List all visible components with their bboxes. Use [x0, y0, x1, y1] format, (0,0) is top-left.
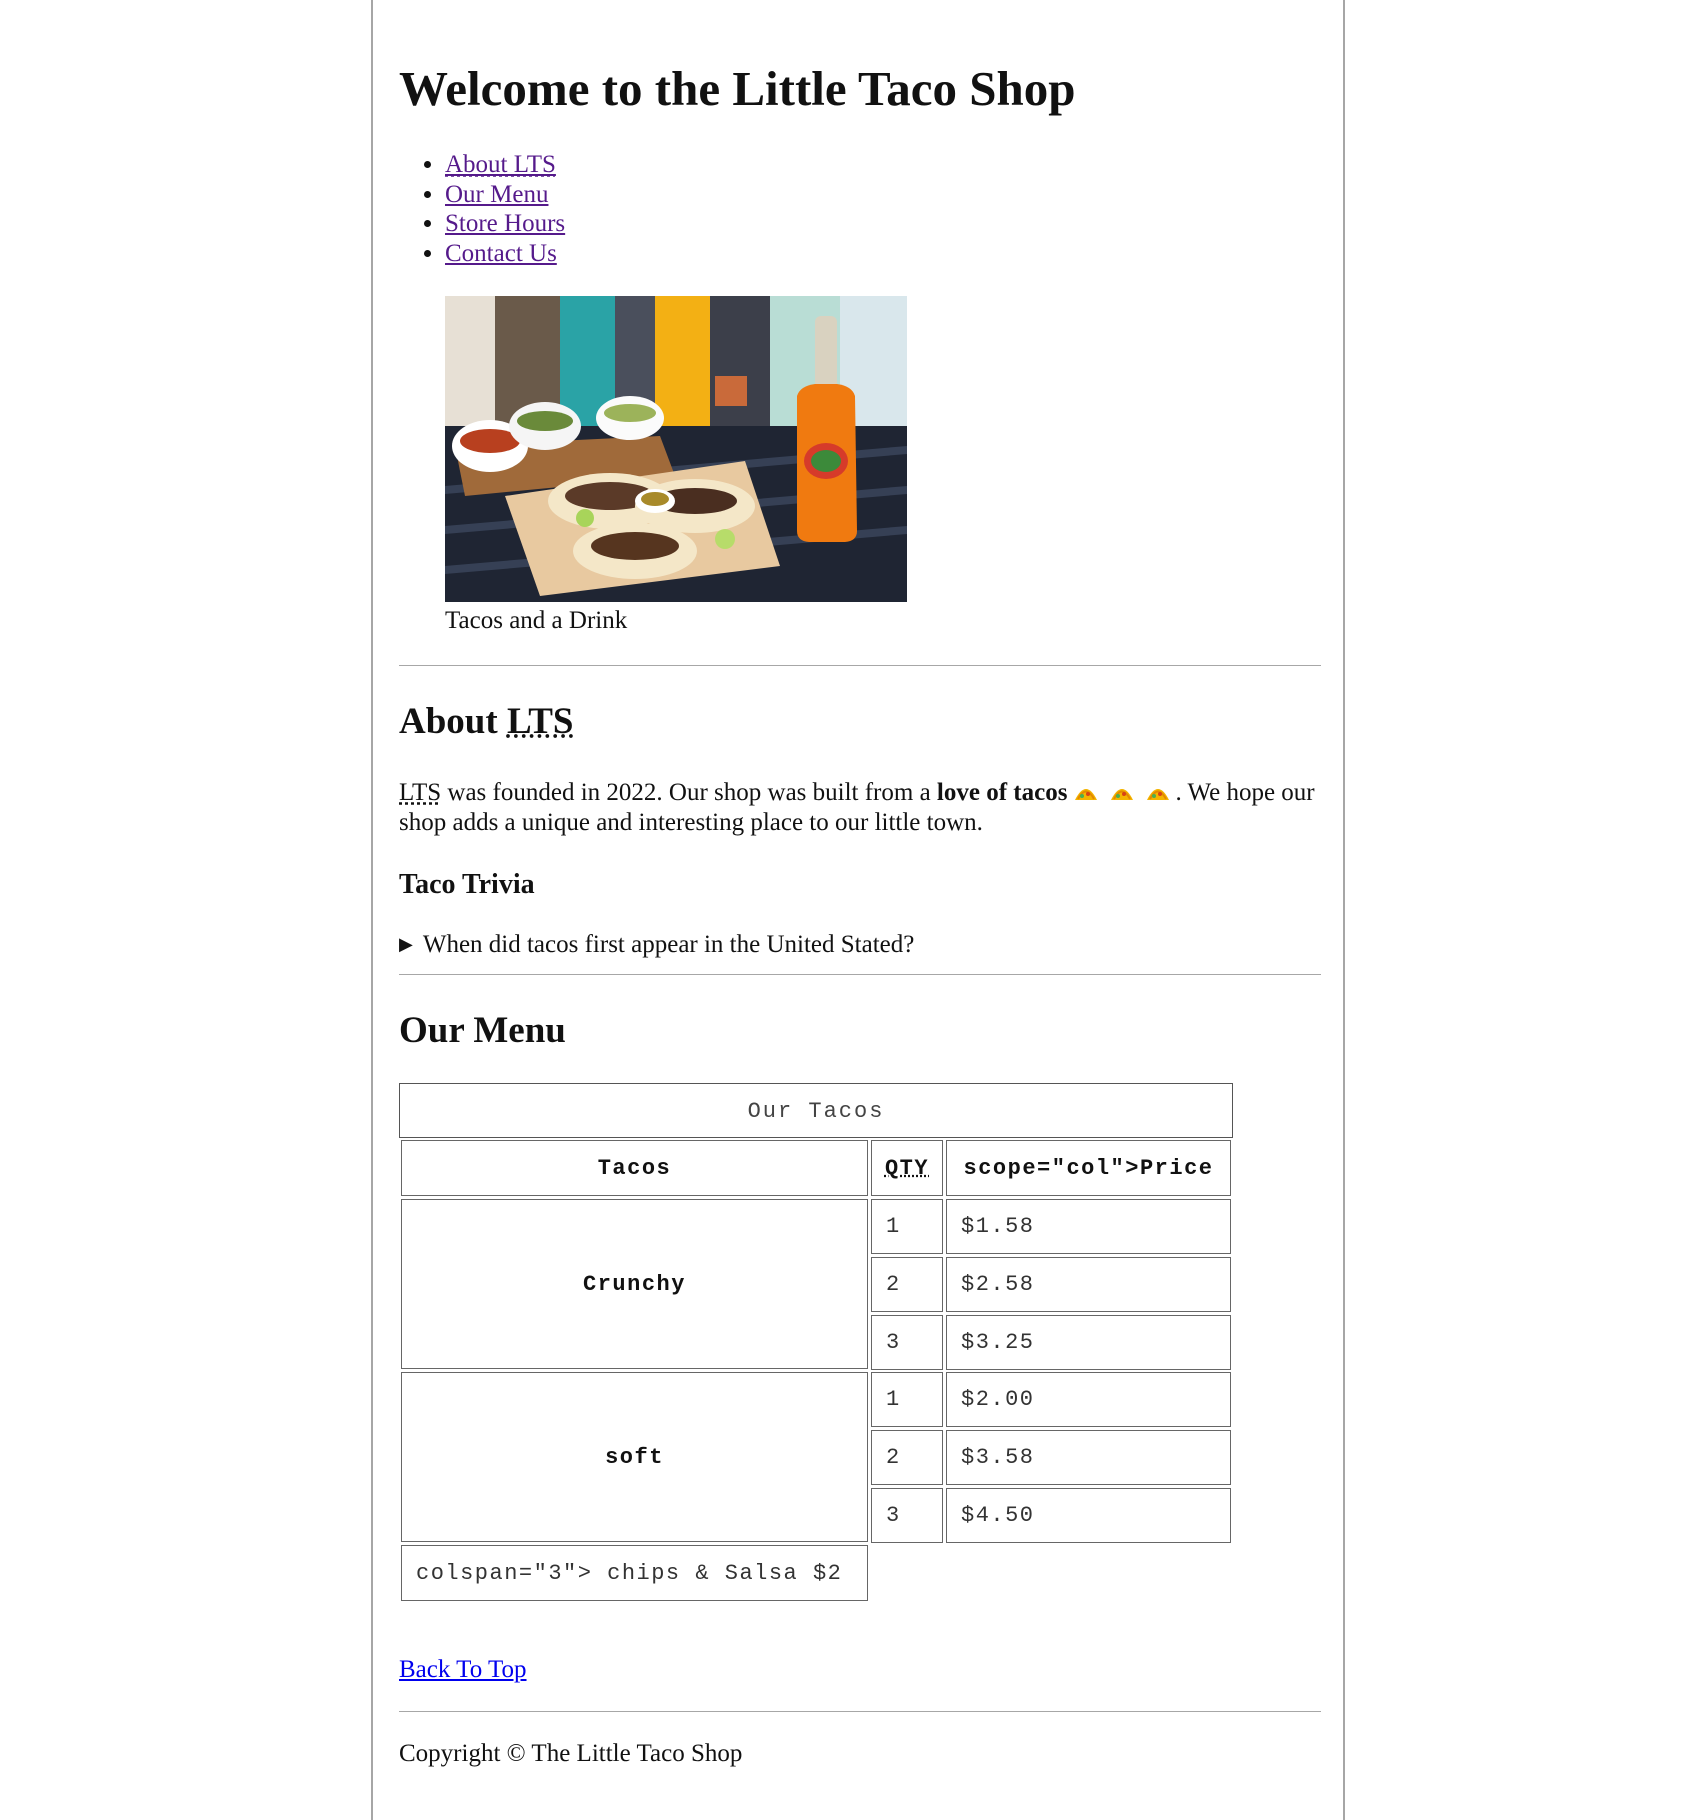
- page-container: Welcome to the Little Taco Shop About LT…: [371, 0, 1345, 1820]
- col-header-price: scope="col">Price: [946, 1140, 1231, 1196]
- nav-link-about-label: About LTS: [445, 151, 556, 178]
- about-paragraph: LTS was founded in 2022. Our shop was bu…: [399, 778, 1321, 837]
- row-header-crunchy: Crunchy: [401, 1199, 868, 1369]
- row-header-soft: soft: [401, 1372, 868, 1542]
- qty-cell: 2: [871, 1430, 943, 1485]
- about-text-1: was founded in 2022. Our shop was built …: [441, 779, 937, 806]
- nav-link-menu[interactable]: Our Menu: [445, 181, 548, 208]
- taco-icon: [1147, 789, 1170, 800]
- qty-cell: 3: [871, 1315, 943, 1370]
- about-abbr: LTS: [399, 779, 442, 806]
- table-footer-cell: colspan="3"> chips & Salsa $2: [401, 1545, 868, 1601]
- trivia-question: When did tacos first appear in the Unite…: [422, 931, 915, 958]
- qty-cell: 3: [871, 1488, 943, 1543]
- copyright-text: Copyright © The Little Taco Shop: [399, 1740, 743, 1767]
- about-bold: love of tacos: [936, 779, 1068, 806]
- price-cell: $3.25: [946, 1315, 1231, 1370]
- about-heading-abbr: LTS: [506, 701, 574, 742]
- trivia-heading: Taco Trivia: [399, 869, 535, 900]
- nav-link-hours[interactable]: Store Hours: [445, 210, 565, 237]
- disclosure-triangle-icon: ▶: [399, 934, 413, 954]
- qty-cell: 1: [871, 1199, 943, 1254]
- page-title: Welcome to the Little Taco Shop: [399, 61, 1076, 116]
- taco-icon: [1075, 789, 1098, 800]
- divider: [399, 665, 1321, 666]
- taco-icon: [1111, 789, 1134, 800]
- table-caption: Our Tacos: [399, 1083, 1233, 1138]
- price-cell: $1.58: [946, 1199, 1231, 1254]
- section-heading-about: About LTS: [399, 700, 574, 743]
- nav-item-about: About LTS: [445, 150, 565, 180]
- price-cell: $2.00: [946, 1372, 1231, 1427]
- section-heading-menu: Our Menu: [399, 1010, 566, 1051]
- price-cell: $2.58: [946, 1257, 1231, 1312]
- divider: [399, 1711, 1321, 1712]
- price-cell: $4.50: [946, 1488, 1231, 1543]
- nav-list: About LTS Our Menu Store Hours Contact U…: [399, 150, 565, 268]
- nav-link-contact[interactable]: Contact Us: [445, 240, 557, 267]
- photo-caption: Tacos and a Drink: [445, 607, 628, 634]
- col-header-qty: QTY: [871, 1140, 943, 1196]
- back-to-top-link[interactable]: Back To Top: [399, 1656, 527, 1684]
- nav-item-contact: Contact Us: [445, 239, 565, 269]
- about-heading-prefix: About: [399, 701, 507, 742]
- divider: [399, 974, 1321, 975]
- tacos-photo-figure: [445, 296, 907, 602]
- nav-item-hours: Store Hours: [445, 209, 565, 239]
- tacos-drink-photo: [445, 296, 907, 602]
- trivia-details-toggle[interactable]: ▶ When did tacos first appear in the Unit…: [399, 931, 914, 959]
- nav-item-menu: Our Menu: [445, 180, 565, 210]
- qty-abbr: QTY: [884, 1155, 930, 1181]
- qty-cell: 2: [871, 1257, 943, 1312]
- qty-cell: 1: [871, 1372, 943, 1427]
- nav-link-about[interactable]: About LTS: [445, 151, 556, 178]
- price-cell: $3.58: [946, 1430, 1231, 1485]
- col-header-tacos: Tacos: [401, 1140, 868, 1196]
